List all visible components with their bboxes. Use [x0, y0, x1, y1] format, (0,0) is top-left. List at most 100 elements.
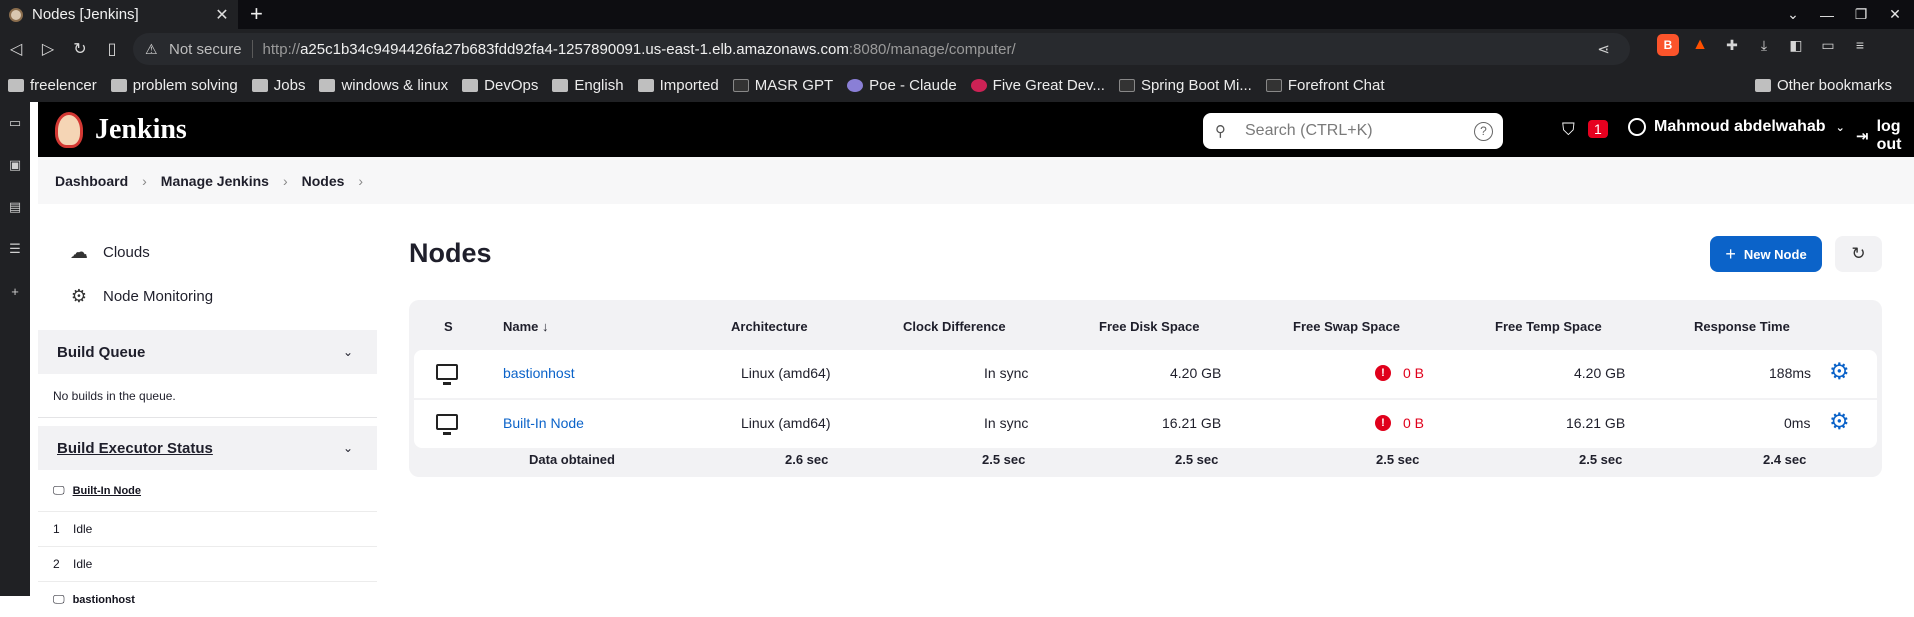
column-response-time[interactable]: Response Time: [1694, 319, 1790, 334]
bookmark-item[interactable]: Spring Boot Mi...: [1118, 77, 1252, 94]
bookmark-label: windows & linux: [341, 77, 449, 94]
search-box[interactable]: ⚲ Search (CTRL+K) ?: [1203, 113, 1503, 149]
bookmark-item[interactable]: problem solving: [110, 77, 238, 94]
bookmark-item[interactable]: Imported: [637, 77, 719, 94]
wallet-icon[interactable]: ▭: [1817, 34, 1839, 56]
downloads-icon[interactable]: ⤓: [1753, 34, 1775, 56]
minimize-icon[interactable]: —: [1810, 7, 1844, 23]
not-secure-icon[interactable]: ⚠: [145, 41, 163, 58]
new-tab-button[interactable]: +: [250, 2, 263, 26]
build-executor-header[interactable]: Build Executor Status ⌄: [38, 426, 377, 470]
back-icon[interactable]: ◁: [0, 39, 32, 59]
column-free-temp-space[interactable]: Free Temp Space: [1495, 319, 1602, 334]
bookmark-item[interactable]: MASR GPT: [732, 77, 834, 94]
bookmarks-icon[interactable]: ▤: [0, 186, 30, 228]
forward-icon[interactable]: ▷: [32, 39, 64, 59]
reload-icon[interactable]: ↻: [64, 39, 96, 59]
node-link[interactable]: bastionhost: [503, 365, 575, 381]
chevron-right-icon[interactable]: ›: [358, 173, 363, 189]
breadcrumb-nodes[interactable]: Nodes: [302, 173, 345, 189]
column-architecture[interactable]: Architecture: [731, 319, 808, 334]
executor-node-link[interactable]: Built-In Node: [73, 485, 141, 497]
brave-rewards-icon[interactable]: ▲: [1689, 34, 1711, 56]
bookmark-item[interactable]: DevOps: [462, 77, 538, 94]
user-menu[interactable]: Mahmoud abdelwahab ⌄: [1628, 118, 1845, 136]
breadcrumb-dashboard[interactable]: Dashboard: [55, 173, 128, 189]
browser-tab[interactable]: Nodes [Jenkins] ✕: [0, 0, 238, 29]
folder-icon: [110, 79, 127, 92]
node-architecture: Linux (amd64): [741, 415, 831, 431]
jenkins-logo-icon[interactable]: [55, 111, 83, 148]
new-node-label: New Node: [1743, 246, 1807, 262]
chevron-down-icon[interactable]: ⌄: [343, 345, 353, 359]
bookmark-item[interactable]: freelencer: [8, 77, 97, 94]
build-queue-title: Build Queue: [57, 343, 146, 361]
executor-number: 1: [53, 522, 60, 536]
bookmark-label: English: [574, 77, 624, 94]
folder-icon: [552, 79, 569, 92]
reading-list-icon[interactable]: ☰: [0, 228, 30, 270]
build-executor-pane: Build Executor Status ⌄ 🖵 Built-In Node 1I…: [38, 426, 377, 617]
build-queue-header[interactable]: Build Queue ⌄: [38, 330, 377, 374]
maximize-icon[interactable]: ❐: [1844, 6, 1878, 23]
configure-gear-icon[interactable]: ⚙: [1829, 408, 1850, 435]
bookmark-item[interactable]: English: [552, 77, 624, 94]
extensions-icon[interactable]: ✚: [1721, 34, 1743, 56]
url-host: a25c1b34c9494426fa27b683fdd92fa4-1257890…: [300, 40, 849, 58]
configure-gear-icon[interactable]: ⚙: [1829, 358, 1850, 385]
refresh-button[interactable]: ↻: [1835, 236, 1882, 272]
menu-icon[interactable]: ≡: [1849, 34, 1871, 56]
chevron-down-icon[interactable]: ⌄: [343, 441, 353, 455]
close-window-icon[interactable]: ✕: [1878, 6, 1912, 23]
sidebar-toggle-icon[interactable]: ◧: [1785, 34, 1807, 56]
masr-gpt-icon: [732, 79, 749, 92]
node-swap-value: 0 B: [1403, 415, 1425, 431]
jenkins-title[interactable]: Jenkins: [95, 114, 187, 146]
folder-icon: [8, 79, 24, 92]
column-status[interactable]: S: [444, 319, 453, 334]
column-free-swap-space[interactable]: Free Swap Space: [1293, 319, 1400, 334]
bookmarks-bar: freelencer problem solving Jobs windows …: [0, 69, 1914, 102]
omnibox[interactable]: ⚠ Not secure http://a25c1b34c9494426fa27…: [133, 33, 1630, 65]
other-bookmarks[interactable]: Other bookmarks: [1754, 77, 1892, 94]
bookmark-item[interactable]: Poe - Claude: [847, 77, 957, 94]
brave-shields-icon[interactable]: B: [1657, 34, 1679, 56]
column-free-disk-space[interactable]: Free Disk Space: [1099, 319, 1199, 334]
bookmark-item[interactable]: Jobs: [251, 77, 306, 94]
wallet-icon[interactable]: ▣: [0, 144, 30, 186]
bookmark-label: problem solving: [132, 77, 238, 94]
column-name[interactable]: Name ↓: [503, 319, 549, 334]
bookmark-item[interactable]: Forefront Chat: [1265, 77, 1385, 94]
logout-link[interactable]: ⇥ log out: [1856, 118, 1914, 154]
security-shield-icon[interactable]: ⛉: [1562, 120, 1575, 140]
tab-search-icon[interactable]: ⌄: [1776, 6, 1810, 23]
video-icon[interactable]: ▭: [0, 102, 30, 144]
bookmark-icon[interactable]: ▯: [96, 39, 128, 59]
breadcrumb-manage-jenkins[interactable]: Manage Jenkins: [161, 173, 269, 189]
help-icon[interactable]: ?: [1474, 121, 1493, 141]
alert-badge[interactable]: 1: [1588, 120, 1608, 138]
cloud-icon: ☁: [70, 242, 88, 262]
executor-status: Idle: [73, 557, 93, 571]
executor-node-link[interactable]: bastionhost: [73, 594, 135, 606]
new-node-button[interactable]: + New Node: [1710, 236, 1822, 272]
browser-tab-bar: Nodes [Jenkins] ✕ + ⌄ — ❐ ✕: [0, 0, 1914, 29]
task-node-monitoring[interactable]: ⚙ Node Monitoring: [68, 286, 213, 307]
bookmark-label: MASR GPT: [754, 77, 834, 94]
column-clock-difference[interactable]: Clock Difference: [903, 319, 1006, 334]
task-clouds[interactable]: ☁ Clouds: [68, 242, 150, 263]
url-text[interactable]: http://a25c1b34c9494426fa27b683fdd92fa4-…: [263, 41, 1016, 58]
bookmark-label: Five Great Dev...: [992, 77, 1105, 94]
add-panel-icon[interactable]: +: [0, 270, 30, 312]
tab-title: Nodes [Jenkins]: [32, 6, 139, 23]
close-tab-icon[interactable]: ✕: [212, 5, 232, 25]
bookmark-item[interactable]: windows & linux: [319, 77, 448, 94]
bookmark-item[interactable]: Five Great Dev...: [970, 77, 1105, 94]
search-input[interactable]: Search (CTRL+K): [1245, 122, 1474, 140]
share-icon[interactable]: ⋖: [1597, 40, 1610, 58]
error-icon: !: [1375, 365, 1391, 381]
user-avatar-icon: [1628, 118, 1646, 136]
node-link[interactable]: Built-In Node: [503, 415, 584, 431]
build-executor-title[interactable]: Build Executor Status: [57, 440, 213, 457]
bookmark-label: Jobs: [273, 77, 306, 94]
